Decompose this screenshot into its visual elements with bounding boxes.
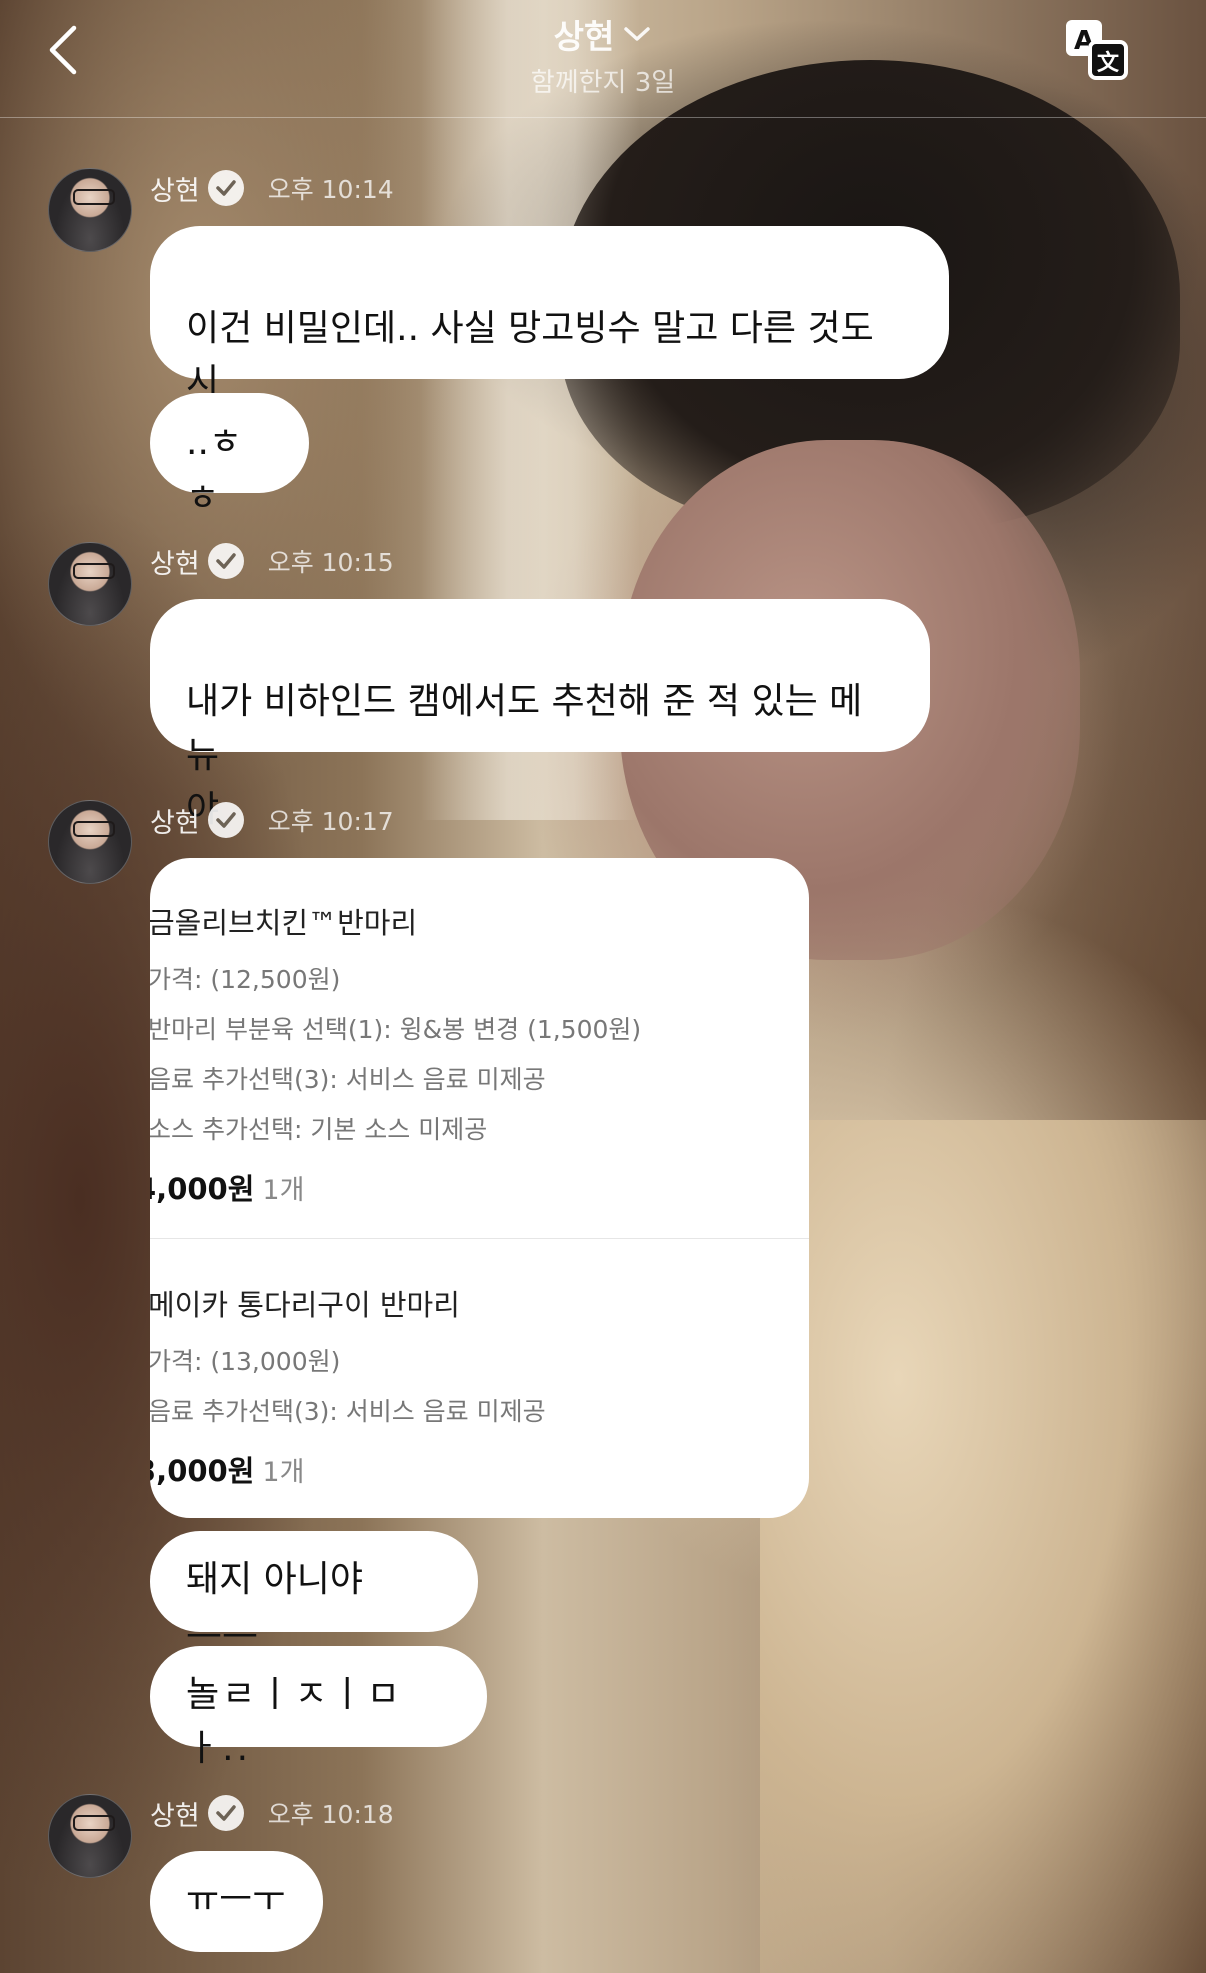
- sender-name: 상현: [150, 1800, 200, 1832]
- verified-badge-icon: [207, 170, 244, 206]
- message-bubble[interactable]: 내가 비하인드 캠에서도 추천해 준 적 있는 메뉴 야: [150, 599, 930, 830]
- message-text: ㅠㅡㅜ: [186, 1879, 286, 1920]
- avatar[interactable]: [48, 1794, 132, 1878]
- order-item-detail: 가격: (12,500원): [150, 965, 341, 994]
- verified-badge-icon: [207, 802, 244, 838]
- order-item: 메이카 통다리구이 반마리 가격: (13,000원) 음료 추가선택(3): …: [150, 1282, 809, 1490]
- header-title-area[interactable]: 상현 함께한지 3일: [0, 10, 1206, 99]
- chevron-down-icon: [624, 27, 651, 41]
- order-card[interactable]: 금올리브치킨™반마리 가격: (12,500원) 반마리 부분육 선택(1): …: [150, 858, 809, 1518]
- sender-name: 상현: [150, 548, 200, 580]
- message-bubble[interactable]: 돼지 아니야 ——: [150, 1531, 478, 1654]
- avatar[interactable]: [48, 542, 132, 626]
- chat-header: 상현 함께한지 3일 A 文: [0, 0, 1206, 118]
- translate-icon: A 文: [1066, 20, 1128, 80]
- message-time: 오후 10:17: [267, 807, 394, 836]
- message-meta: 상현 오후 10:15: [150, 541, 394, 581]
- message-bubble[interactable]: ㅠㅡㅜ: [150, 1851, 323, 1952]
- order-item-qty: 1개: [262, 1175, 305, 1206]
- verified-badge-icon: [207, 543, 244, 579]
- order-item-price-row: 3,000원1개: [150, 1448, 809, 1490]
- page-title-text: 상현: [553, 17, 615, 56]
- sender-name: 상현: [150, 175, 200, 207]
- message-bubble[interactable]: 이건 비밀인데.. 사실 망고빙수 말고 다른 것도 시 켰어..: [150, 226, 949, 457]
- avatar[interactable]: [48, 168, 132, 252]
- message-bubble[interactable]: 놀ㄹㅣㅈㅣㅁㅏ..: [150, 1646, 487, 1769]
- order-item-detail: 음료 추가선택(3): 서비스 음료 미제공: [150, 1065, 546, 1094]
- page-subtitle: 함께한지 3일: [530, 68, 676, 98]
- message-bubble[interactable]: ..ㅎㅎ: [150, 393, 309, 519]
- order-item-qty: 1개: [262, 1457, 305, 1488]
- message-time: 오후 10:15: [267, 548, 394, 577]
- divider: [150, 1238, 809, 1239]
- order-item-detail: 음료 추가선택(3): 서비스 음료 미제공: [150, 1397, 546, 1426]
- svg-text:文: 文: [1097, 50, 1120, 76]
- order-item-title: 메이카 통다리구이 반마리: [150, 1288, 460, 1322]
- message-meta: 상현 오후 10:17: [150, 800, 394, 840]
- order-item-detail: 가격: (13,000원): [150, 1347, 341, 1376]
- message-meta: 상현 오후 10:14: [150, 168, 394, 208]
- translate-button[interactable]: A 文: [1064, 18, 1130, 80]
- verified-badge-icon: [207, 1795, 244, 1831]
- message-time: 오후 10:14: [267, 175, 394, 204]
- order-item: 금올리브치킨™반마리 가격: (12,500원) 반마리 부분육 선택(1): …: [150, 900, 809, 1208]
- background-shirt: [760, 1120, 1206, 1973]
- page-title[interactable]: 상현: [554, 10, 653, 58]
- order-item-price: 3,000원: [150, 1454, 255, 1488]
- order-item-title: 금올리브치킨™반마리: [150, 906, 418, 940]
- message-meta: 상현 오후 10:18: [150, 1793, 394, 1833]
- avatar[interactable]: [48, 800, 132, 884]
- order-item-detail: 소스 추가선택: 기본 소스 미제공: [150, 1115, 488, 1144]
- message-time: 오후 10:18: [267, 1800, 394, 1829]
- sender-name: 상현: [150, 807, 200, 839]
- order-item-detail: 반마리 부분육 선택(1): 윙&봉 변경 (1,500원): [150, 1015, 642, 1044]
- order-item-price: 4,000원: [150, 1172, 255, 1206]
- order-item-price-row: 4,000원1개: [150, 1166, 809, 1208]
